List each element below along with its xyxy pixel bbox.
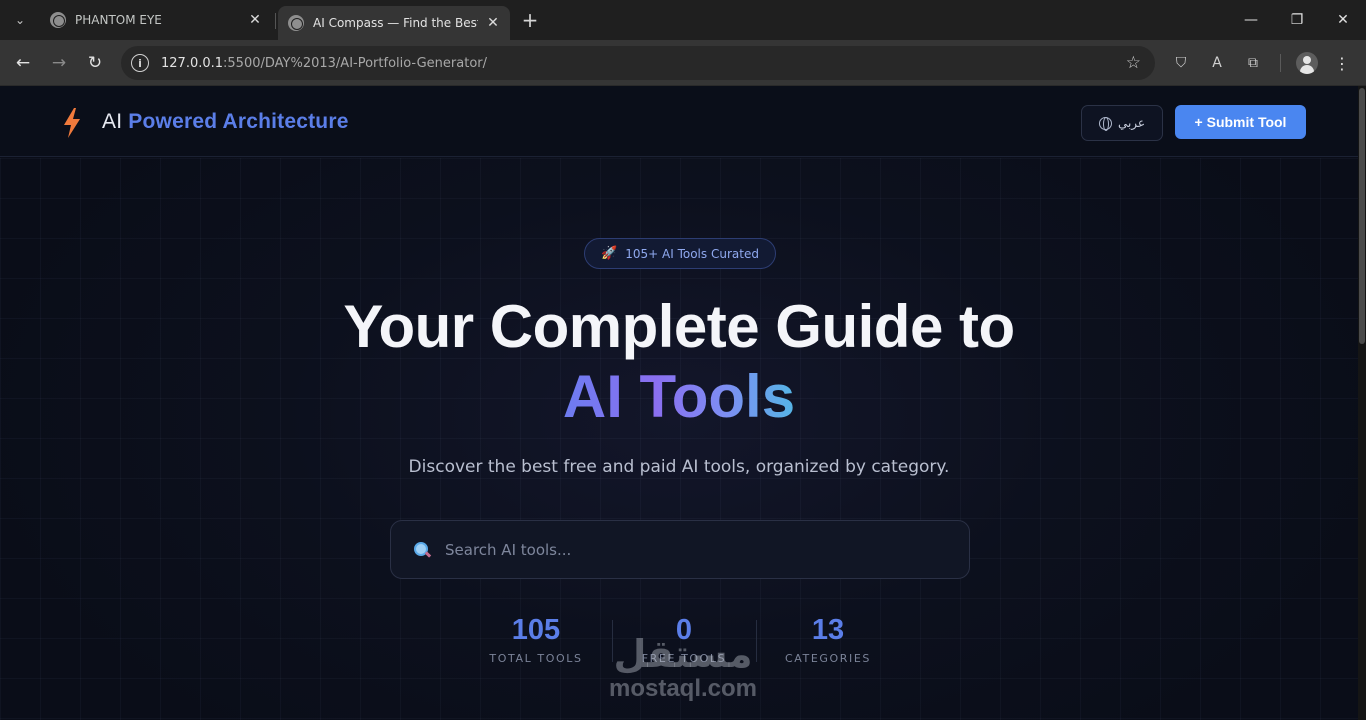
bookmark-star-icon[interactable]: ☆ xyxy=(1126,53,1141,73)
site-header: AI Powered Architecture عربي + Submit To… xyxy=(0,86,1358,157)
reload-icon[interactable]: ↻ xyxy=(81,49,109,77)
url-text[interactable]: 127.0.0.1:5500/DAY%2013/AI-Portfolio-Gen… xyxy=(161,56,487,71)
badge-text: 105+ AI Tools Curated xyxy=(625,246,759,261)
minimize-icon[interactable]: — xyxy=(1228,6,1274,34)
globe-icon xyxy=(50,12,66,28)
lightning-bolt-icon xyxy=(64,108,80,138)
search-input[interactable] xyxy=(445,540,969,559)
shield-extension-icon[interactable]: ⛉ xyxy=(1170,52,1192,74)
hero-title: Your Complete Guide to xyxy=(343,293,1015,360)
site-info-icon[interactable]: i xyxy=(131,54,149,72)
stat-label: CATEGORIES xyxy=(784,652,872,665)
language-toggle-button[interactable]: عربي xyxy=(1081,105,1163,141)
restore-icon[interactable]: ❐ xyxy=(1274,6,1320,34)
tab-divider xyxy=(275,13,276,29)
address-bar[interactable]: i 127.0.0.1:5500/DAY%2013/AI-Portfolio-G… xyxy=(121,46,1155,80)
globe-icon xyxy=(1098,116,1112,131)
stat-free-tools: 0 FREE TOOLS xyxy=(612,612,756,665)
url-host: 127.0.0.1 xyxy=(161,55,224,71)
hero-accent-text: AI Tools xyxy=(562,363,796,430)
brand-logo[interactable]: AI Powered Architecture xyxy=(102,110,349,134)
profile-avatar-icon[interactable] xyxy=(1296,52,1318,74)
translate-extension-icon[interactable]: A xyxy=(1206,52,1228,74)
globe-icon xyxy=(288,15,304,31)
browser-toolbar: ← → ↻ i 127.0.0.1:5500/DAY%2013/AI-Portf… xyxy=(0,40,1366,86)
stat-value: 105 xyxy=(511,614,561,646)
toolbar-separator xyxy=(1280,54,1281,72)
extensions-puzzle-icon[interactable]: ⧉ xyxy=(1242,52,1264,74)
browser-tab-ai-compass[interactable]: AI Compass — Find the Best AI ✕ xyxy=(278,6,510,40)
page-scrollbar[interactable] xyxy=(1358,86,1366,720)
stat-categories: 13 CATEGORIES xyxy=(756,612,900,665)
stats-bar: 105 TOTAL TOOLS 0 FREE TOOLS 13 CATEGORI… xyxy=(464,612,904,672)
brand-accent: Powered Architecture xyxy=(128,110,349,133)
stat-label: FREE TOOLS xyxy=(641,652,727,665)
tab-title: AI Compass — Find the Best AI xyxy=(313,16,478,30)
tab-close-icon[interactable]: ✕ xyxy=(484,14,502,32)
page-viewport: AI Powered Architecture عربي + Submit To… xyxy=(0,86,1366,720)
tab-strip: ⌄ PHANTOM EYE ✕ AI Compass — Find the Be… xyxy=(0,0,1366,40)
tab-search-icon[interactable]: ⌄ xyxy=(6,7,34,33)
forward-icon[interactable]: → xyxy=(45,49,73,77)
search-box[interactable] xyxy=(390,520,970,579)
new-tab-icon[interactable]: + xyxy=(518,8,542,32)
browser-chrome: ⌄ PHANTOM EYE ✕ AI Compass — Find the Be… xyxy=(0,0,1366,86)
search-icon xyxy=(413,541,431,559)
url-path: :5500/DAY%2013/AI-Portfolio-Generator/ xyxy=(223,55,487,71)
submit-tool-button[interactable]: + Submit Tool xyxy=(1175,105,1306,139)
stat-total-tools: 105 TOTAL TOOLS xyxy=(464,612,608,665)
brand-prefix: AI xyxy=(102,110,123,133)
browser-tab-phantom-eye[interactable]: PHANTOM EYE ✕ xyxy=(40,6,272,34)
stat-label: TOTAL TOOLS xyxy=(489,652,583,665)
window-close-icon[interactable]: ✕ xyxy=(1320,6,1366,34)
tab-close-icon[interactable]: ✕ xyxy=(246,11,264,29)
language-label: عربي xyxy=(1117,116,1146,130)
hero-subtitle: Discover the best free and paid AI tools… xyxy=(408,457,950,477)
tab-title: PHANTOM EYE xyxy=(75,13,162,27)
stat-value: 0 xyxy=(675,614,693,646)
back-icon[interactable]: ← xyxy=(9,49,37,77)
scrollbar-thumb[interactable] xyxy=(1359,88,1365,344)
browser-menu-icon[interactable]: ⋮ xyxy=(1332,52,1352,74)
rocket-icon: 🚀 xyxy=(601,246,618,261)
stat-value: 13 xyxy=(811,614,845,646)
tools-count-badge: 🚀 105+ AI Tools Curated xyxy=(584,238,776,269)
hero-title-accent: AI Tools xyxy=(0,361,1358,433)
